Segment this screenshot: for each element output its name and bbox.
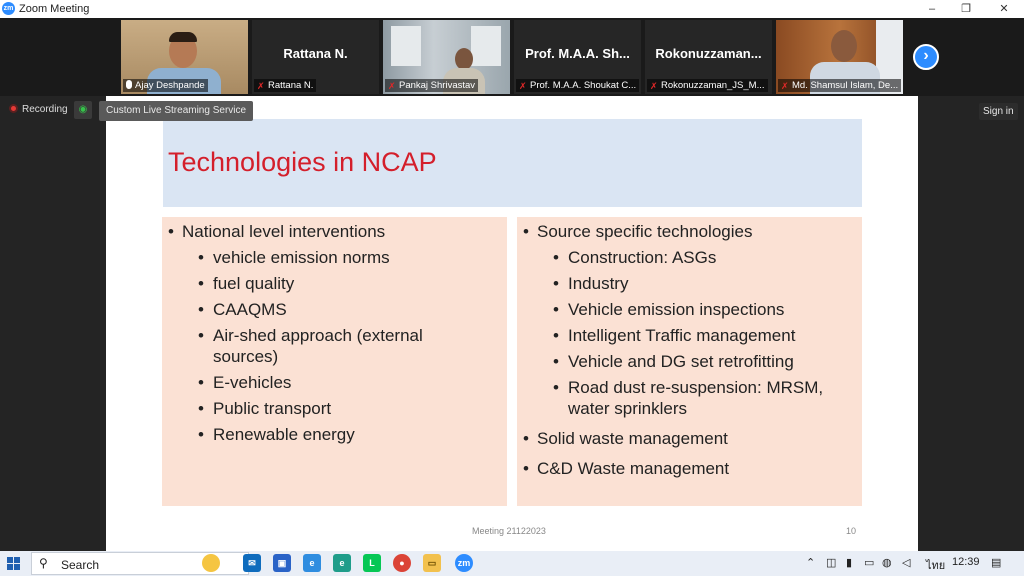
bullet-item: Source specific technologies	[517, 221, 862, 242]
widget-sun-icon	[202, 554, 220, 572]
volume-icon[interactable]: ◁	[902, 556, 910, 569]
sign-in-button[interactable]: Sign in	[979, 103, 1018, 120]
live-stream-icon[interactable]: ◉	[74, 101, 92, 119]
slide-page-number: 10	[846, 526, 857, 536]
close-button[interactable]: ✕	[989, 1, 1019, 17]
sub-bullet-item: Air-shed approach (external sources)	[162, 325, 453, 367]
participant-display-name: Prof. M.A.A. Sh...	[525, 46, 630, 61]
sub-bullet-item: Intelligent Traffic management	[517, 325, 862, 346]
window-title-bar: zm Zoom Meeting – ❐ ✕	[0, 0, 1024, 18]
chevron-right-icon[interactable]: ›	[913, 44, 939, 70]
participant-tile-rokonuzzaman[interactable]: Rokonuzzaman... ✗ Rokonuzzaman_JS_M...	[645, 20, 772, 94]
participant-name-label: ✗ Pankaj Shrivastav	[385, 79, 479, 92]
participant-display-name: Rokonuzzaman...	[655, 46, 762, 61]
camera-icon[interactable]: ◫	[826, 556, 836, 569]
sub-bullet-item: E-vehicles	[162, 372, 507, 393]
participant-name-label: ✗ Md. Shamsul Islam, De...	[778, 79, 902, 92]
mic-muted-icon: ✗	[257, 81, 265, 91]
sub-bullet-item: Vehicle emission inspections	[517, 299, 862, 320]
sub-bullet-item: Construction: ASGs	[517, 247, 862, 268]
participant-name-label: Ajay Deshpande	[123, 79, 208, 92]
edge-icon[interactable]: e	[333, 554, 351, 572]
internet-explorer-icon[interactable]: e	[303, 554, 321, 572]
windows-start-icon[interactable]	[7, 557, 20, 570]
battery-icon[interactable]: ▭	[864, 556, 874, 569]
chevron-up-icon[interactable]: ⌃	[806, 556, 815, 569]
bullet-item: C&D Waste management	[517, 458, 862, 479]
sub-bullet-item: Renewable energy	[162, 424, 507, 445]
record-dot-icon	[9, 104, 18, 113]
clock[interactable]: 12:39	[952, 556, 980, 568]
recording-indicator[interactable]: Recording	[9, 104, 68, 115]
mic-muted-icon: ✗	[519, 81, 527, 91]
restore-button[interactable]: ❐	[951, 1, 981, 17]
language-indicator[interactable]: ไทย	[926, 556, 945, 574]
store-icon[interactable]: ▣	[273, 554, 291, 572]
file-explorer-icon[interactable]: ▭	[423, 554, 441, 572]
sub-bullet-item: Industry	[517, 273, 862, 294]
slide-footer: Meeting 21122023	[472, 526, 546, 536]
mic-icon	[126, 80, 132, 89]
participant-display-name: Rattana N.	[283, 46, 348, 61]
notification-icon[interactable]: ▤	[991, 556, 1001, 569]
taskbar-search-box[interactable]: ⚲ Search	[31, 552, 249, 575]
minimize-button[interactable]: –	[917, 1, 947, 17]
sub-bullet-item: vehicle emission norms	[162, 247, 507, 268]
sub-bullet-item: Public transport	[162, 398, 507, 419]
slide-title: Technologies in NCAP	[168, 147, 437, 177]
participant-tile-rattana[interactable]: Rattana N. ✗ Rattana N.	[252, 20, 379, 94]
mic-muted-icon: ✗	[781, 81, 789, 91]
search-icon: ⚲	[39, 556, 48, 570]
globe-icon[interactable]: ◍	[882, 556, 892, 569]
window-title: Zoom Meeting	[19, 3, 90, 15]
sub-bullet-item: Vehicle and DG set retrofitting	[517, 351, 862, 372]
line-icon[interactable]: L	[363, 554, 381, 572]
zoom-logo-icon: zm	[2, 2, 15, 15]
sub-bullet-item: fuel quality	[162, 273, 507, 294]
sub-bullet-item: CAAQMS	[162, 299, 507, 320]
participant-tile-shoukat[interactable]: Prof. M.A.A. Sh... ✗ Prof. M.A.A. Shoukat…	[514, 20, 641, 94]
windows-taskbar: ⚲ Search ✉ ▣ e e L ● ▭ zm ⌃ ◫ ▮ ▭ ◍ ◁ ไท…	[0, 551, 1024, 576]
mic-muted-icon: ✗	[650, 81, 658, 91]
participant-tile-ajay[interactable]: Ajay Deshpande	[121, 20, 248, 94]
zoom-app-icon[interactable]: zm	[455, 554, 473, 572]
participant-name-label: ✗ Prof. M.A.A. Shoukat C...	[516, 79, 640, 92]
participant-name-label: ✗ Rokonuzzaman_JS_M...	[647, 79, 768, 92]
shared-slide: Technologies in NCAP National level inte…	[106, 96, 918, 551]
slide-left-column: National level interventions vehicle emi…	[162, 217, 507, 506]
live-streaming-button[interactable]: Custom Live Streaming Service	[99, 101, 254, 121]
slide-title-band: Technologies in NCAP	[163, 119, 862, 207]
bullet-item: National level interventions	[162, 221, 507, 242]
participant-tile-pankaj[interactable]: ✗ Pankaj Shrivastav	[383, 20, 510, 94]
chrome-icon[interactable]: ●	[393, 554, 411, 572]
slide-right-column: Source specific technologies Constructio…	[517, 217, 862, 506]
sub-bullet-item: Road dust re-suspension: MRSM, water spr…	[517, 377, 853, 419]
search-label: Search	[61, 558, 100, 572]
participant-gallery: Ajay Deshpande Rattana N. ✗ Rattana N. ✗ P…	[0, 18, 1024, 96]
mail-icon[interactable]: ✉	[243, 554, 261, 572]
participant-name-label: ✗ Rattana N.	[254, 79, 317, 92]
microphone-icon[interactable]: ▮	[846, 556, 852, 569]
mic-muted-icon: ✗	[388, 81, 396, 91]
participant-tile-shamsul[interactable]: ✗ Md. Shamsul Islam, De...	[776, 20, 903, 94]
bullet-item: Solid waste management	[517, 428, 862, 449]
